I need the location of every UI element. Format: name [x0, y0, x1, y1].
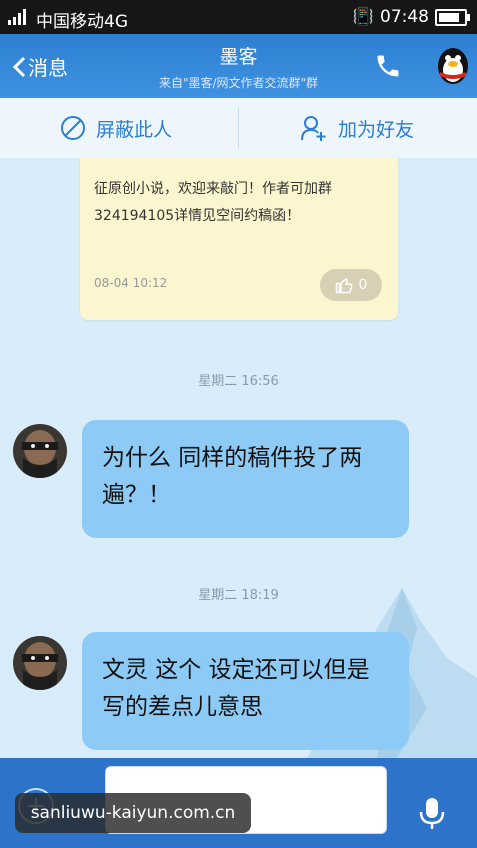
like-count: 0	[358, 277, 368, 293]
carrier-label: 中国移动4G	[36, 12, 128, 32]
add-user-icon	[301, 116, 326, 141]
divider	[238, 108, 239, 148]
message-bubble[interactable]: 为什么 同样的稿件投了两遍？！	[82, 420, 409, 538]
signal-icon	[8, 9, 26, 25]
message-timestamp: 星期二 16:56	[198, 374, 279, 389]
vibrate-icon: 📳	[352, 7, 374, 27]
block-user-button[interactable]: 屏蔽此人	[60, 98, 172, 158]
microphone-icon[interactable]	[418, 796, 446, 830]
avatar-icon	[13, 424, 67, 478]
sender-avatar[interactable]	[13, 424, 67, 478]
chat-subtitle: 来自"墨客/网文作者交流群"群	[158, 76, 319, 90]
phone-icon[interactable]	[374, 52, 402, 80]
chat-title: 墨客	[219, 46, 258, 68]
thumbs-up-icon	[335, 278, 353, 294]
add-friend-button[interactable]: 加为好友	[300, 98, 414, 158]
watermark-label: sanliuwu-kaiyun.com.cn	[15, 793, 251, 833]
announcement-time: 08-04 10:12	[94, 276, 168, 290]
chat-header: 消息 墨客 来自"墨客/网文作者交流群"群	[0, 34, 477, 98]
group-announcement-card: 征原创小说，欢迎来敲门！作者可加群324194105详情见空间约稿函！ 08-0…	[80, 158, 398, 320]
action-bar: 屏蔽此人 加为好友	[0, 98, 477, 159]
message-timestamp: 星期二 18:19	[198, 588, 279, 603]
like-button[interactable]: 0	[320, 269, 382, 301]
chat-area[interactable]: 征原创小说，欢迎来敲门！作者可加群324194105详情见空间约稿函！ 08-0…	[0, 158, 477, 758]
clock: 07:48	[380, 7, 429, 27]
announcement-text: 征原创小说，欢迎来敲门！作者可加群324194105详情见空间约稿函！	[94, 181, 332, 224]
block-user-label: 屏蔽此人	[96, 118, 173, 141]
profile-avatar-icon[interactable]	[436, 44, 470, 86]
avatar-icon	[13, 636, 67, 690]
add-friend-label: 加为好友	[338, 118, 415, 141]
sender-avatar[interactable]	[13, 636, 67, 690]
battery-icon	[435, 8, 470, 26]
block-icon	[61, 116, 85, 140]
status-bar: 中国移动4G 📳 07:48	[0, 0, 477, 34]
message-bubble[interactable]: 文灵 这个 设定还可以但是写的差点儿意思	[82, 632, 409, 750]
